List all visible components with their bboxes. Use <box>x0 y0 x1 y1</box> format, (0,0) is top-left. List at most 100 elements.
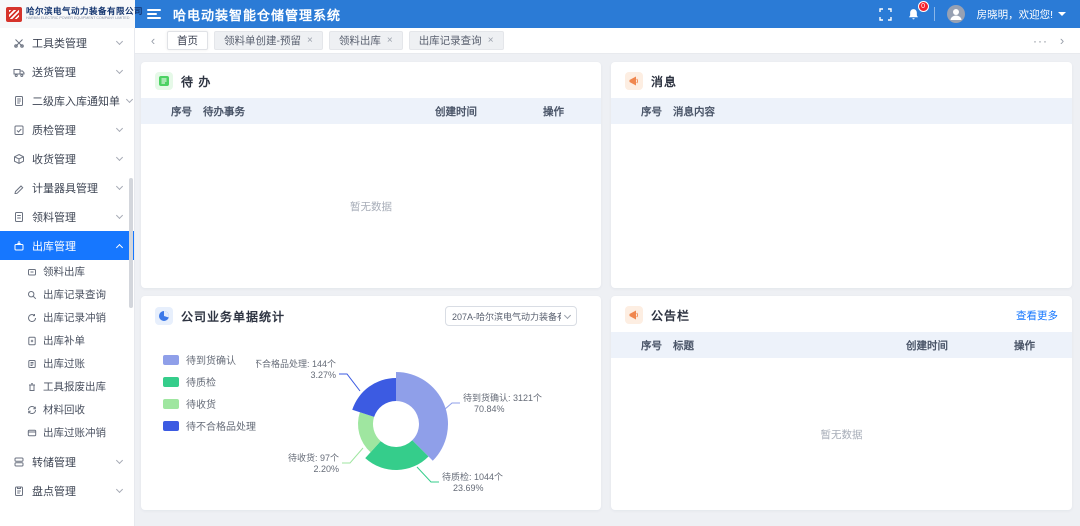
company-filter-dropdown[interactable]: 207A-哈尔滨电气动力装备有限公 <box>445 306 577 326</box>
ledger-icon <box>27 359 37 369</box>
chevron-down-icon <box>116 38 123 45</box>
sidebar-subitem-material-recycle[interactable]: 材料回收 <box>0 398 134 421</box>
empty-state-text: 暂无数据 <box>350 199 392 214</box>
sidebar-item-delivery-management[interactable]: 送货管理 <box>0 57 134 86</box>
legend-item[interactable]: 待收货 <box>163 396 256 411</box>
sidebar-item-outbound-management[interactable]: 出库管理 <box>0 231 134 260</box>
slice-percent: 70.84% <box>474 404 505 414</box>
avatar[interactable] <box>947 5 965 23</box>
sidebar-item-secondary-inbound-notice[interactable]: 二级库入库通知单 <box>0 86 134 115</box>
file-icon <box>13 211 25 223</box>
menu-collapse-icon[interactable] <box>147 9 161 19</box>
company-logo-icon <box>6 7 22 22</box>
sidebar-item-material-requisition[interactable]: 领料管理 <box>0 202 134 231</box>
column-header: 创建时间 <box>906 338 1014 353</box>
slice-percent: 3.27% <box>310 370 336 380</box>
slice-label: 待到货确认: 3121个 <box>463 392 542 403</box>
tab-label: 出库记录查询 <box>419 33 482 48</box>
slice-percent: 23.69% <box>453 483 484 493</box>
slice-label: 待质检: 1044个 <box>442 471 503 482</box>
legend-item[interactable]: 待到货确认 <box>163 352 256 367</box>
top-header: 哈尔滨电气动力装备有限公司 HARBIN ELECTRIC POWER EQUI… <box>0 0 1080 28</box>
sidebar-item-label: 二级库入库通知单 <box>32 93 120 109</box>
legend-label: 待不合格品处理 <box>186 418 256 433</box>
sidebar-item-label: 工具类管理 <box>32 35 110 51</box>
sidebar-item-label: 出库管理 <box>32 238 110 254</box>
sidebar-item-receiving-management[interactable]: 收货管理 <box>0 144 134 173</box>
checklist-icon <box>13 124 25 136</box>
sidebar-item-stocktaking-management[interactable]: 盘点管理 <box>0 476 134 505</box>
legend-item[interactable]: 待质检 <box>163 374 256 389</box>
tab-bar: ‹ 首页 领料单创建-预留 × 领料出库 × 出库记录查询 × ··· › <box>135 28 1080 54</box>
messages-table-header: 序号 消息内容 <box>611 98 1072 124</box>
sidebar-subitem-outbound-supplement[interactable]: 出库补单 <box>0 329 134 352</box>
sidebar-subitem-label: 出库记录查询 <box>43 287 106 302</box>
truck-icon <box>13 66 25 78</box>
legend-label: 待到货确认 <box>186 352 236 367</box>
sidebar: 工具类管理 送货管理 二级库入库通知单 质检管理 收货管理 计量器具管理 领料管… <box>0 28 135 526</box>
sidebar-item-tools-management[interactable]: 工具类管理 <box>0 28 134 57</box>
todo-icon <box>155 72 173 90</box>
todo-table-header: 序号 待办事务 创建时间 操作 <box>141 98 601 124</box>
sidebar-item-label: 领料管理 <box>32 209 110 225</box>
sidebar-item-label: 收货管理 <box>32 151 110 167</box>
chart-legend: 待到货确认 待质检 待收货 待不合格品处理 <box>163 352 256 433</box>
megaphone-icon <box>625 72 643 90</box>
search-icon <box>27 290 37 300</box>
legend-item[interactable]: 待不合格品处理 <box>163 418 256 433</box>
chevron-down-icon <box>564 311 571 318</box>
sidebar-item-label: 质检管理 <box>32 122 110 138</box>
tab-requisition-create-reserve[interactable]: 领料单创建-预留 × <box>214 31 323 50</box>
tab-label: 领料出库 <box>339 33 381 48</box>
legend-label: 待收货 <box>186 396 216 411</box>
sidebar-subitem-material-outbound[interactable]: 领料出库 <box>0 260 134 283</box>
column-header: 创建时间 <box>435 104 543 119</box>
close-icon[interactable]: × <box>387 35 393 46</box>
close-icon[interactable]: × <box>488 35 494 46</box>
sidebar-item-transfer-management[interactable]: 转储管理 <box>0 447 134 476</box>
tabs-prev-icon[interactable]: ‹ <box>145 33 161 48</box>
tab-home[interactable]: 首页 <box>167 31 208 50</box>
user-menu[interactable]: 房晓明，欢迎您! <box>977 7 1066 22</box>
sidebar-subitem-outbound-posting[interactable]: 出库过账 <box>0 352 134 375</box>
sidebar-subitem-outbound-record-query[interactable]: 出库记录查询 <box>0 283 134 306</box>
trash-icon <box>27 382 37 392</box>
column-header: 序号 <box>141 104 203 119</box>
tabs-more-icon[interactable]: ··· <box>1033 34 1048 48</box>
sidebar-subitem-label: 工具报废出库 <box>43 379 106 394</box>
tabs-next-icon[interactable]: › <box>1054 33 1070 48</box>
app-title: 哈电动装智能仓储管理系统 <box>173 5 341 24</box>
sidebar-item-quality-management[interactable]: 质检管理 <box>0 115 134 144</box>
sidebar-subitem-outbound-posting-writeoff[interactable]: 出库过账冲销 <box>0 421 134 444</box>
column-header: 序号 <box>611 338 673 353</box>
chevron-down-icon <box>1058 12 1066 16</box>
panel-title: 待 办 <box>181 73 211 90</box>
chevron-down-icon <box>116 67 123 74</box>
chevron-down-icon <box>116 125 123 132</box>
column-header: 操作 <box>543 104 601 119</box>
sidebar-item-measuring-instruments[interactable]: 计量器具管理 <box>0 173 134 202</box>
sidebar-subitem-outbound-record-writeoff[interactable]: 出库记录冲销 <box>0 306 134 329</box>
leader-line <box>342 448 363 463</box>
pie-slice-pending-defect-handling <box>352 378 396 417</box>
chevron-down-icon <box>126 96 133 103</box>
outbound-icon <box>27 267 37 277</box>
sidebar-subitem-label: 领料出库 <box>43 264 85 279</box>
sidebar-item-label: 计量器具管理 <box>32 180 110 196</box>
empty-state-text: 暂无数据 <box>821 427 863 442</box>
sidebar-scrollbar[interactable] <box>129 178 133 308</box>
fullscreen-icon[interactable] <box>878 6 894 22</box>
bulletin-panel: 公告栏 查看更多 序号 标题 创建时间 操作 暂无数据 <box>611 296 1072 510</box>
panel-title: 消息 <box>651 73 677 90</box>
notification-bell-icon[interactable]: 0 <box>906 6 922 22</box>
tab-material-outbound[interactable]: 领料出库 × <box>329 31 403 50</box>
close-icon[interactable]: × <box>307 35 313 46</box>
box-icon <box>13 153 25 165</box>
sidebar-subitem-tool-scrap-outbound[interactable]: 工具报废出库 <box>0 375 134 398</box>
view-more-link[interactable]: 查看更多 <box>1016 308 1058 323</box>
sidebar-item-label: 转储管理 <box>32 454 110 470</box>
dashboard-content: 待 办 序号 待办事务 创建时间 操作 暂无数据 消息 序号 消息内容 <box>135 54 1080 526</box>
tab-outbound-record-query[interactable]: 出库记录查询 × <box>409 31 504 50</box>
chevron-down-icon <box>116 154 123 161</box>
legend-label: 待质检 <box>186 374 216 389</box>
